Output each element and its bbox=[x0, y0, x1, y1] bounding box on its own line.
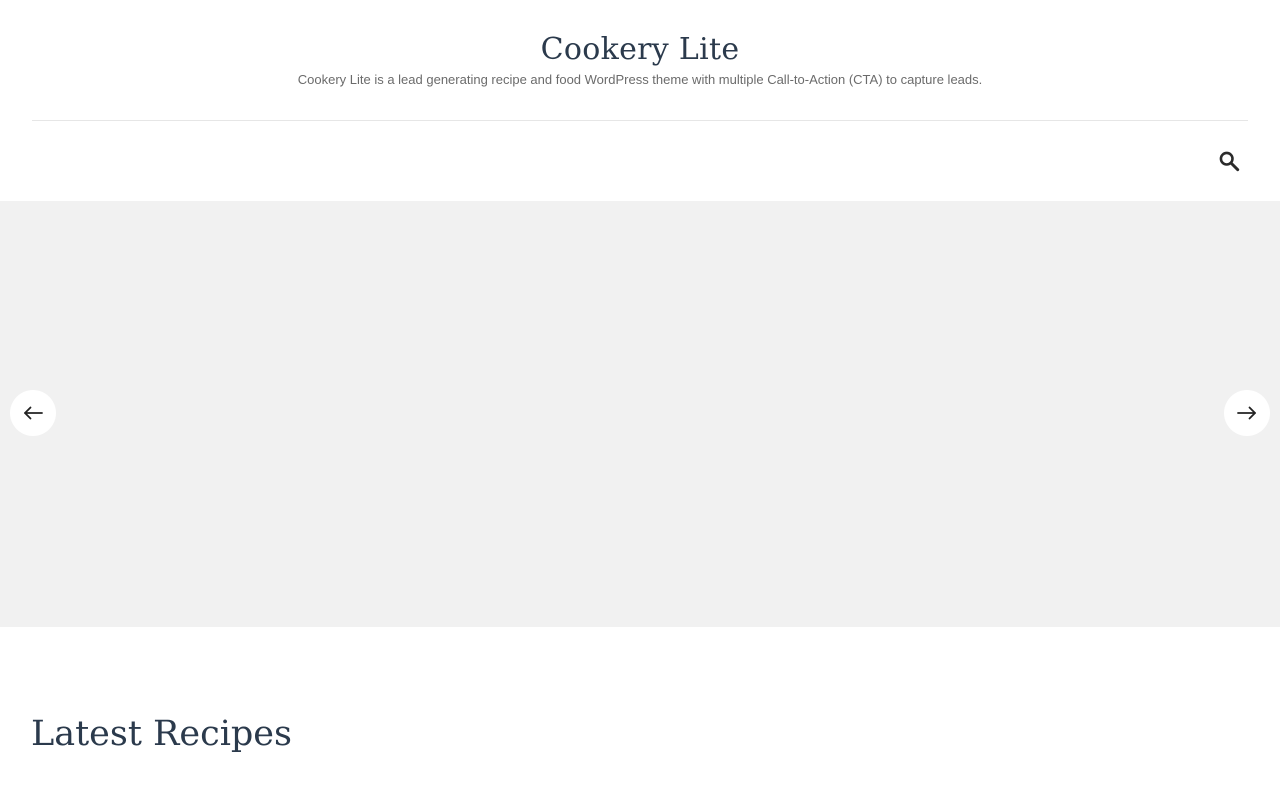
search-icon bbox=[1219, 151, 1240, 172]
arrow-right-icon bbox=[1237, 406, 1256, 420]
banner-slider bbox=[0, 201, 1280, 627]
site-description: Cookery Lite is a lead generating recipe… bbox=[297, 72, 983, 87]
site-title: Cookery Lite bbox=[0, 28, 1280, 72]
site-title-link[interactable]: Cookery Lite bbox=[541, 32, 740, 67]
main-navigation bbox=[0, 121, 1280, 201]
arrow-left-icon bbox=[24, 406, 43, 420]
slider-prev-button[interactable] bbox=[10, 390, 56, 436]
search-button[interactable] bbox=[1214, 148, 1244, 174]
latest-recipes-heading: Latest Recipes bbox=[31, 714, 292, 754]
site-header: Cookery Lite Cookery Lite is a lead gene… bbox=[0, 0, 1280, 121]
slider-next-button[interactable] bbox=[1224, 390, 1270, 436]
